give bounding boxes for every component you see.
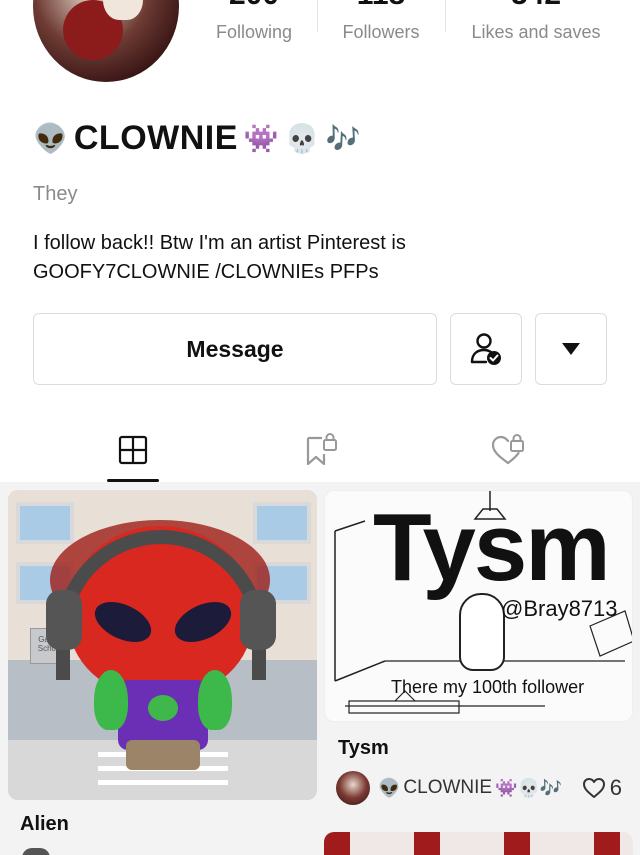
heart-lock-icon (491, 434, 524, 465)
bio-line: GOOFY7CLOWNIE /CLOWNIEs PFPs (33, 261, 379, 283)
next-post-art (414, 832, 440, 855)
next-post-art (504, 832, 530, 855)
person-check-icon (470, 333, 501, 365)
bookmark-lock-icon (306, 433, 337, 466)
post-title[interactable]: Alien (20, 813, 69, 836)
stat-label: Likes and saves (471, 22, 601, 42)
like-button[interactable]: 6 (582, 775, 622, 801)
heart-icon (582, 778, 605, 798)
post-card-alien[interactable]: Gacha School (8, 490, 317, 800)
author-avatar[interactable] (336, 771, 370, 805)
author-emojis-icon: 👾💀🎶 (495, 777, 563, 799)
skull-emoji-icon: 💀 (284, 121, 320, 155)
stat-label: Following (215, 22, 293, 42)
music-notes-emoji-icon: 🎶 (325, 121, 361, 155)
alien-plush (198, 670, 232, 730)
post-image-headline: Tysm (373, 494, 611, 601)
next-post-art (594, 832, 620, 855)
bio-line: I follow back!! Btw I'm an artist Pinter… (33, 232, 406, 254)
caret-down-icon (562, 343, 580, 355)
like-count: 6 (609, 775, 622, 800)
post-meta: 👽 CLOWNIE 👾💀🎶 6 (336, 771, 632, 805)
following-button[interactable] (450, 313, 522, 385)
profile-stats: 200 Following 118 Followers 542 Likes an… (190, 0, 630, 60)
alien-plush (94, 670, 128, 730)
post-title[interactable]: Tysm (338, 737, 389, 760)
tab-saved[interactable] (300, 430, 340, 470)
post-image-handle: @Bray8713 (501, 596, 618, 621)
character-pants (126, 740, 200, 770)
headphone-ear (240, 590, 276, 650)
author-label: CLOWNIE (403, 777, 493, 798)
stat-value: 542 (446, 0, 626, 12)
stat-value: 118 (317, 0, 445, 12)
profile-bio: I follow back!! Btw I'm an artist Pinter… (33, 229, 593, 287)
profile-tabs (0, 420, 640, 482)
window-art (253, 502, 311, 544)
more-options-button[interactable] (535, 313, 607, 385)
next-post-art (324, 832, 350, 855)
space-invader-emoji-icon: 👾 (243, 121, 279, 155)
next-post-card[interactable] (324, 832, 633, 855)
post-image-caption: There my 100th follower (391, 677, 585, 697)
author-name[interactable]: 👽 CLOWNIE 👾💀🎶 (378, 777, 562, 799)
ghost-character-art (459, 593, 505, 671)
alien-emoji-icon: 👽 (33, 121, 68, 155)
next-post-author-avatar (22, 848, 50, 855)
alien-shirt-print (148, 695, 178, 721)
stat-label: Followers (342, 22, 420, 42)
profile-name-row: 👽 CLOWNIE 👾 💀 🎶 (33, 118, 361, 158)
headphone-ear (46, 590, 82, 650)
tab-liked[interactable] (488, 430, 528, 470)
alien-emoji-icon: 👽 (378, 777, 401, 799)
profile-name: CLOWNIE (73, 118, 238, 157)
profile-avatar[interactable] (33, 0, 179, 82)
stat-value: 200 (190, 0, 318, 12)
post-card-tysm[interactable]: Tysm @Bray8713 There my 100th follower (324, 490, 633, 722)
profile-pronouns: They (33, 183, 78, 205)
grid-icon (118, 435, 148, 465)
crosswalk-stripe (98, 780, 228, 785)
window-art (16, 502, 74, 544)
message-button[interactable]: Message (33, 313, 437, 385)
tab-posts[interactable] (113, 430, 153, 470)
